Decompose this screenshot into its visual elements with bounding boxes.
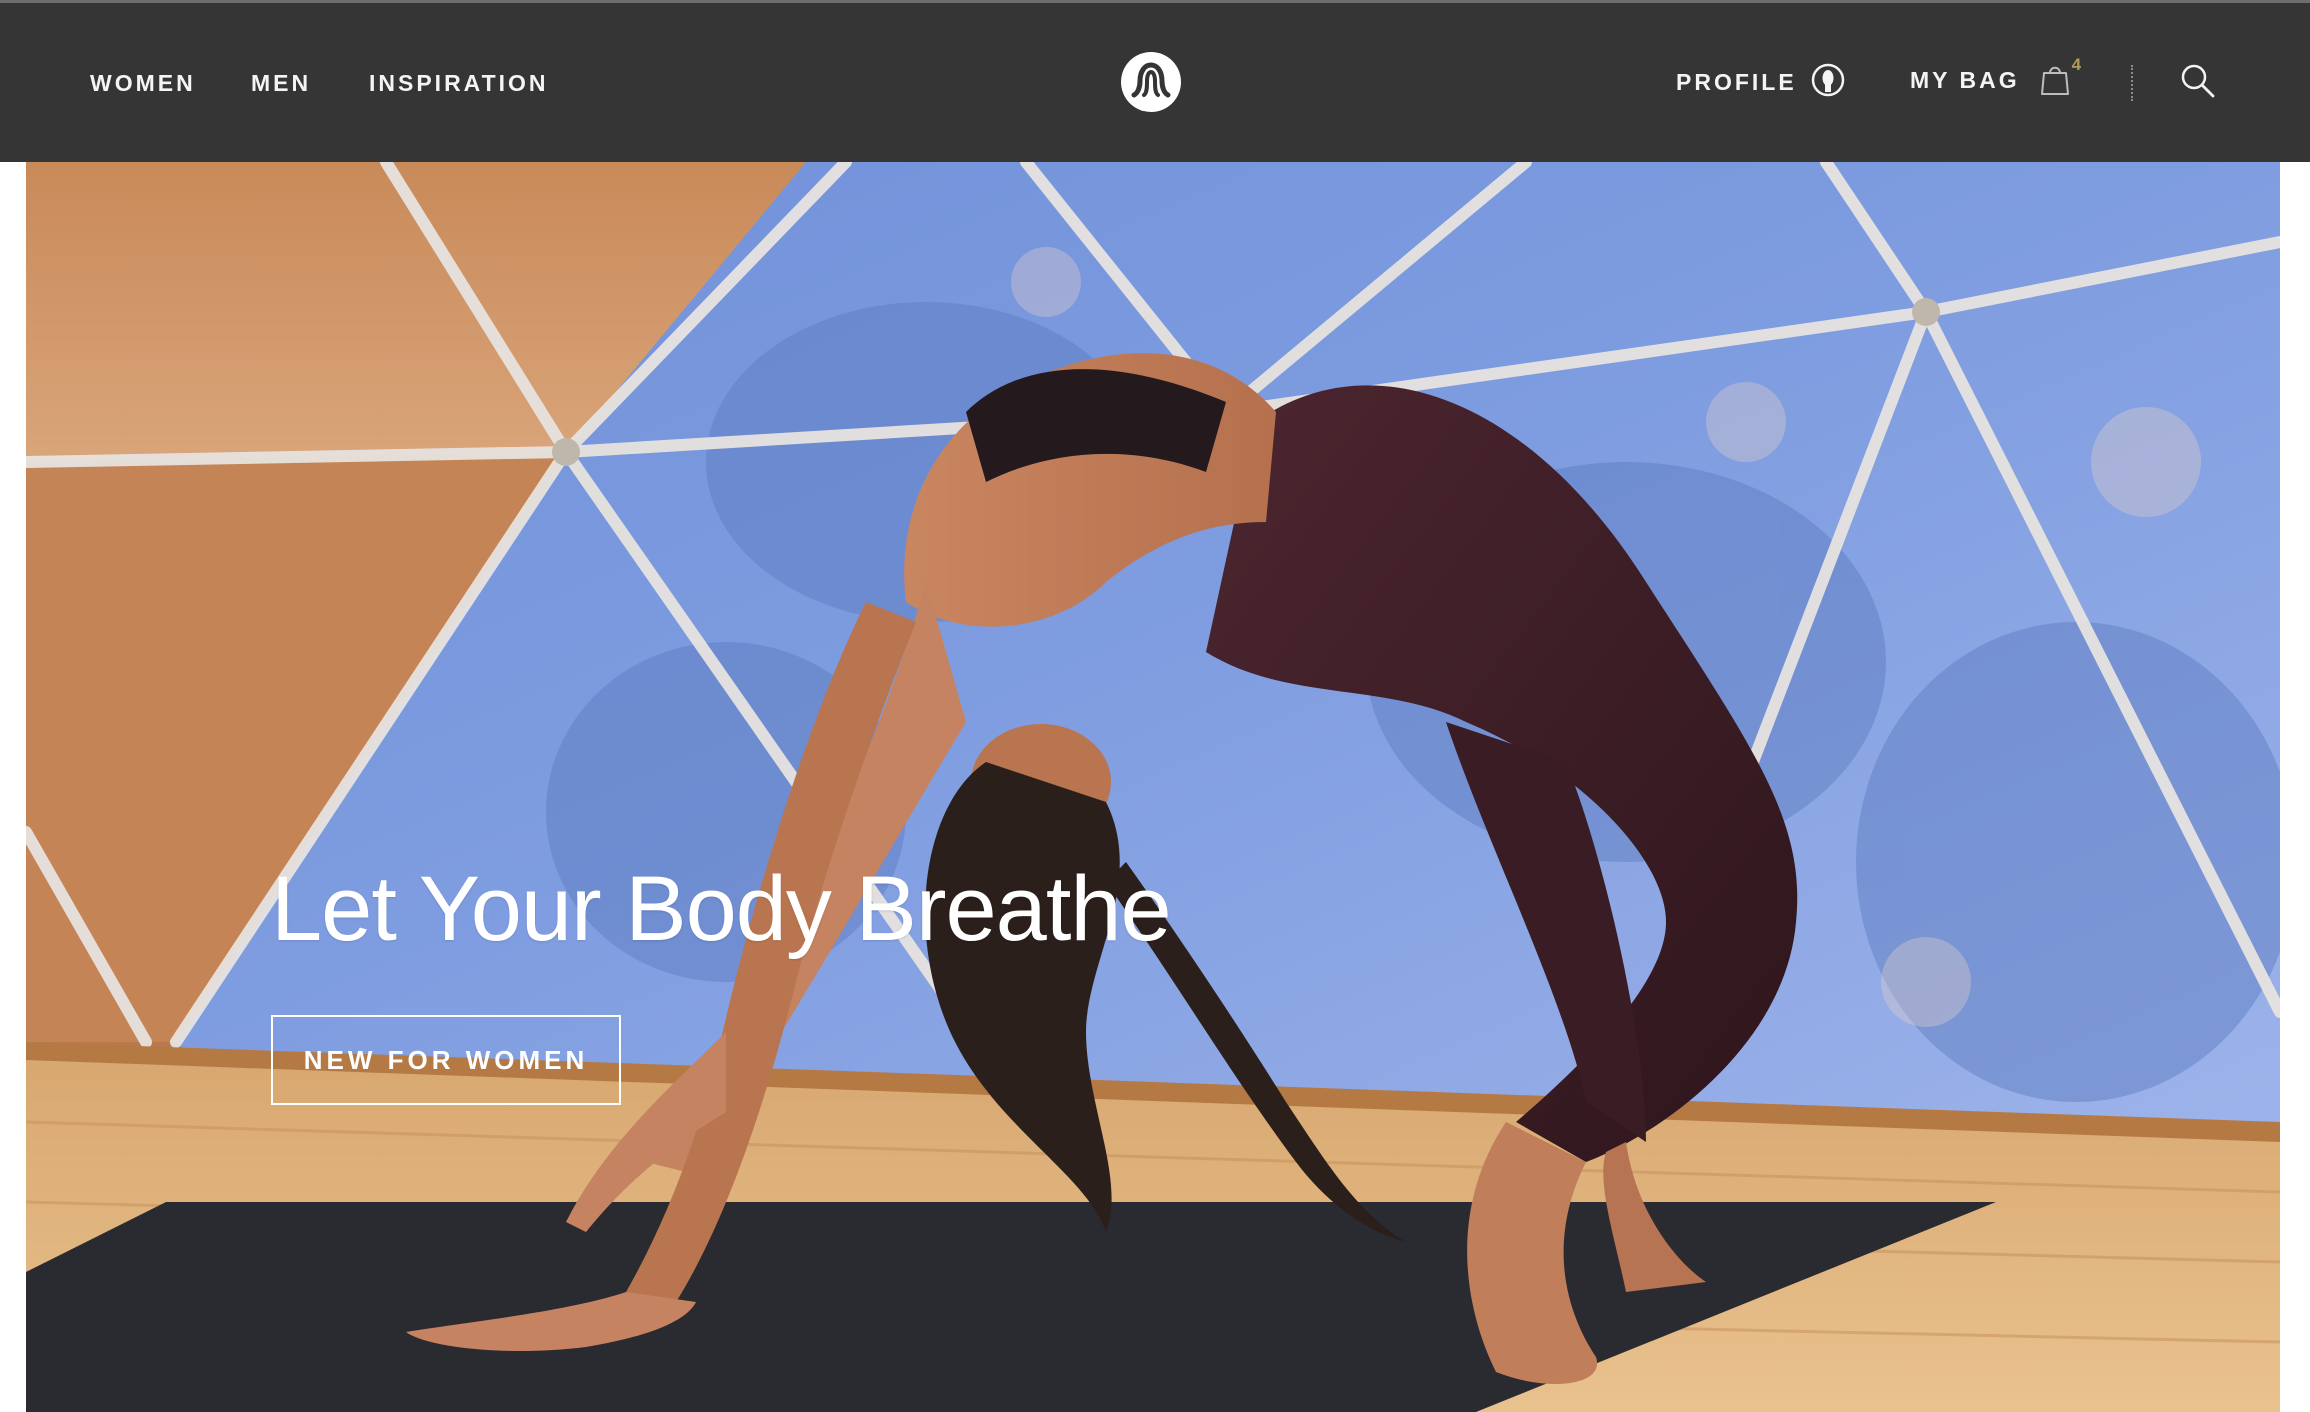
yoga-backbend-photo — [26, 162, 2280, 1412]
my-bag-label: MY BAG — [1910, 66, 2020, 93]
nav-link-women[interactable]: WOMEN — [90, 70, 196, 97]
hero-banner: Let Your Body Breathe NEW FOR WOMEN — [26, 162, 2280, 1412]
top-navigation-bar: WOMEN MEN INSPIRATION PROFILE MY BAG 4 — [0, 0, 2310, 162]
new-for-women-button[interactable]: NEW FOR WOMEN — [271, 1015, 621, 1105]
nav-link-inspiration[interactable]: INSPIRATION — [369, 70, 549, 97]
search-icon[interactable] — [2180, 63, 2216, 99]
profile-link[interactable]: PROFILE — [1676, 63, 1845, 102]
hero-headline: Let Your Body Breathe — [271, 858, 1172, 960]
my-bag-link[interactable]: MY BAG 4 — [1910, 55, 2081, 97]
bag-item-count: 4 — [2071, 55, 2082, 74]
lululemon-logo-icon[interactable] — [1120, 51, 1182, 113]
header-divider — [2131, 65, 2133, 101]
profile-icon — [1811, 63, 1845, 102]
nav-link-men[interactable]: MEN — [251, 70, 311, 97]
profile-label: PROFILE — [1676, 69, 1797, 95]
shopping-bag-icon: 4 — [2040, 55, 2081, 97]
